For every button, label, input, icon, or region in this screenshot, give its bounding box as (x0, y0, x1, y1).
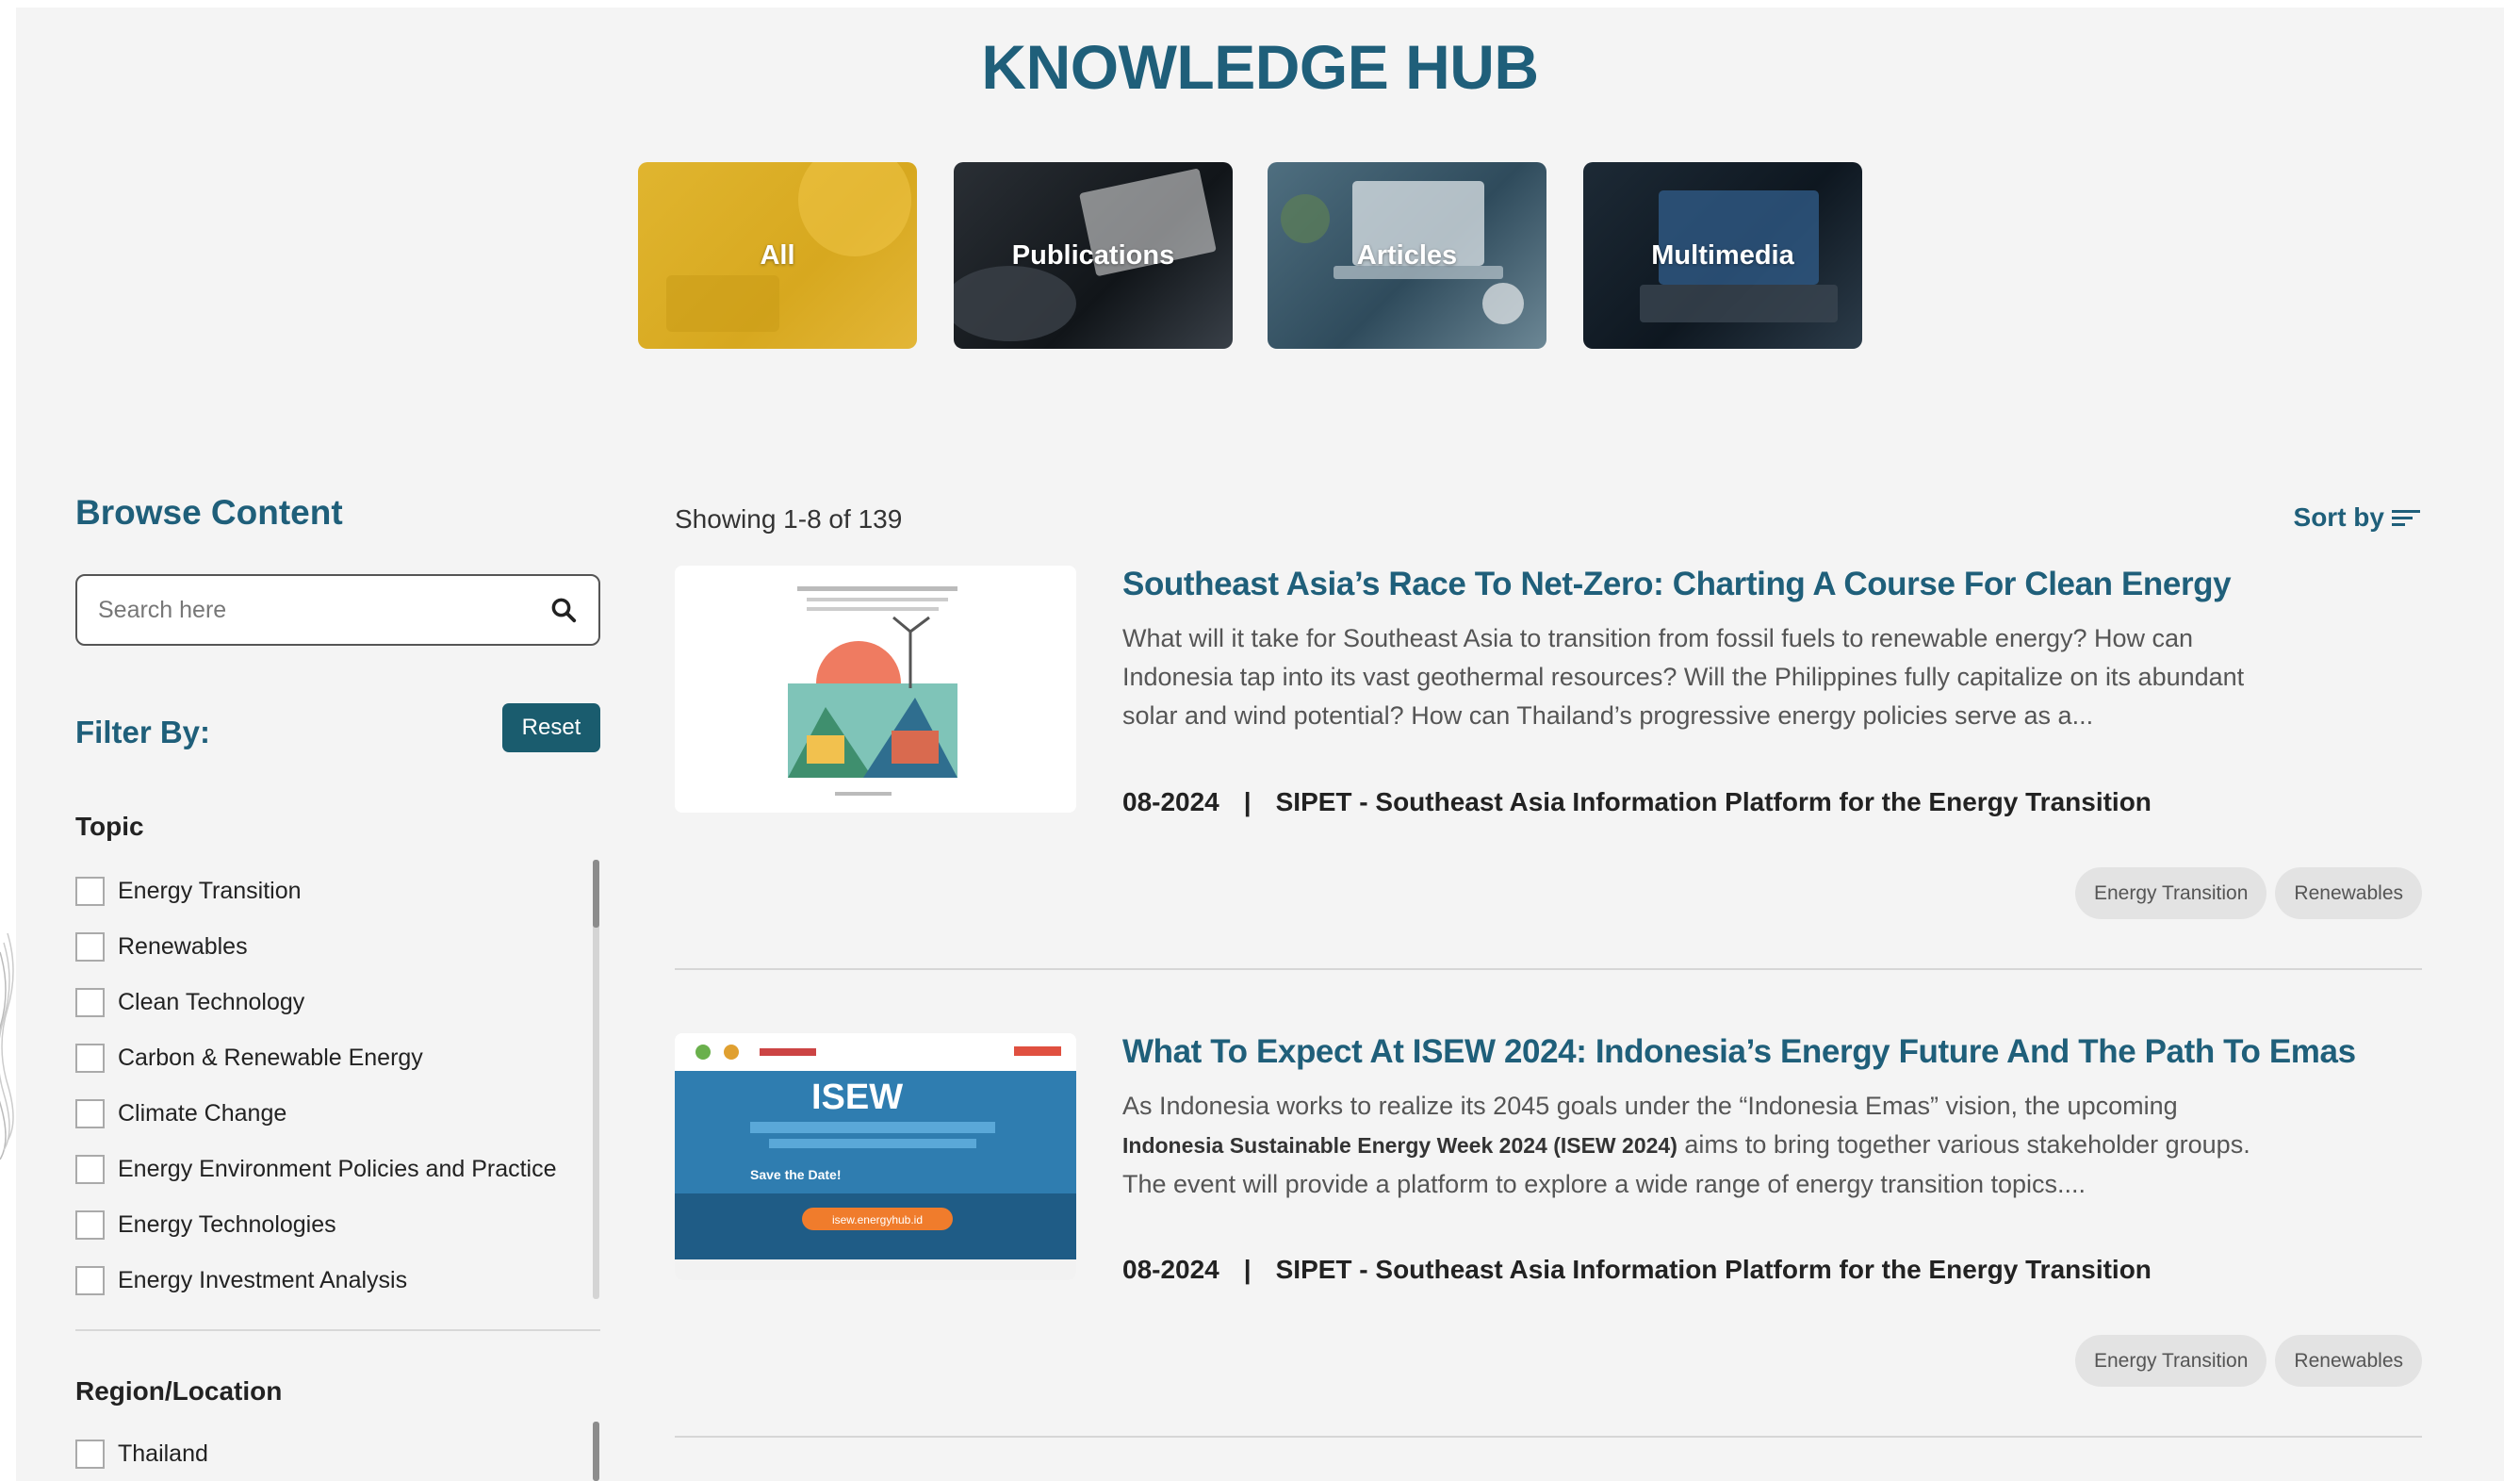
tag-energy-transition[interactable]: Energy Transition (2075, 1335, 2267, 1387)
result-meta: 08-2024 | SIPET - Southeast Asia Informati… (1122, 787, 2152, 817)
browse-content-heading: Browse Content (75, 493, 343, 532)
topic-filter-item[interactable]: Energy Transition (75, 864, 557, 919)
topic-heading: Topic (75, 812, 144, 841)
result-description: What will it take for Southeast Asia to … (1122, 624, 2245, 730)
checkbox[interactable] (75, 932, 105, 962)
region-heading: Region/Location (75, 1376, 283, 1406)
sort-by-label: Sort by (2293, 502, 2384, 532)
result-divider (675, 968, 2422, 970)
category-label: All (760, 239, 795, 271)
result-tags: Energy Transition Renewables (2075, 1335, 2422, 1387)
topic-scrollbar-thumb[interactable] (593, 860, 599, 928)
filter-label: Energy Technologies (118, 1211, 336, 1238)
filter-label: Renewables (118, 933, 248, 960)
category-label: Articles (1356, 239, 1458, 271)
topic-filter-item[interactable]: Climate Change (75, 1086, 557, 1142)
checkbox[interactable] (75, 1155, 105, 1184)
meta-separator: | (1243, 1255, 1252, 1284)
wave-pattern-decoration (0, 933, 14, 1160)
checkbox[interactable] (75, 1440, 105, 1469)
region-scrollbar[interactable] (593, 1422, 599, 1481)
result-tags: Energy Transition Renewables (2075, 867, 2422, 919)
result-title-link[interactable]: Southeast Asia’s Race To Net-Zero: Chart… (1122, 566, 2232, 603)
tag-renewables[interactable]: Renewables (2275, 867, 2422, 919)
result-source: SIPET - Southeast Asia Information Platf… (1275, 1255, 2152, 1284)
sidebar-divider (75, 1329, 600, 1331)
desc-emphasis: Indonesia Sustainable Energy Week 2024 (… (1122, 1133, 1677, 1158)
tag-renewables[interactable]: Renewables (2275, 1335, 2422, 1387)
filter-label: Climate Change (118, 1100, 287, 1127)
result-item: ISEW Save the Date! isew.energyhub.id Wh… (675, 1033, 2422, 1410)
result-date: 08-2024 (1122, 1255, 1219, 1284)
checkbox[interactable] (75, 1266, 105, 1295)
topic-filter-item[interactable]: Carbon & Renewable Energy (75, 1030, 557, 1086)
banner-heading: ISEW (811, 1078, 903, 1117)
checkbox[interactable] (75, 1210, 105, 1240)
category-label: Publications (1011, 239, 1175, 271)
results-count: Showing 1-8 of 139 (675, 504, 903, 534)
search-input[interactable] (98, 596, 549, 624)
topic-filter-list: Energy Transition Renewables Clean Techn… (75, 864, 557, 1308)
sort-by-button[interactable]: Sort by (2294, 502, 2422, 533)
desc-text: As Indonesia works to realize its 2045 g… (1122, 1092, 2178, 1120)
banner-url: isew.energyhub.id (832, 1213, 923, 1226)
checkbox[interactable] (75, 988, 105, 1017)
region-filter-list: Thailand (75, 1426, 208, 1481)
result-source: SIPET - Southeast Asia Information Platf… (1275, 787, 2152, 816)
result-thumbnail[interactable]: ISEW Save the Date! isew.energyhub.id (675, 1033, 1076, 1280)
tag-energy-transition[interactable]: Energy Transition (2075, 867, 2267, 919)
filter-label: Clean Technology (118, 989, 305, 1015)
topic-filter-item[interactable]: Energy Investment Analysis (75, 1253, 557, 1308)
page-title: KNOWLEDGE HUB (981, 32, 1539, 102)
banner-cta: Save the Date! (750, 1167, 841, 1182)
checkbox[interactable] (75, 1044, 105, 1073)
result-meta: 08-2024 | SIPET - Southeast Asia Informati… (1122, 1255, 2152, 1285)
category-tile-articles[interactable]: Articles (1268, 162, 1546, 349)
search-icon[interactable] (549, 596, 578, 624)
filter-label: Carbon & Renewable Energy (118, 1045, 423, 1071)
report-cover-image (675, 566, 1076, 813)
result-thumbnail[interactable] (675, 566, 1076, 813)
filter-label: Energy Investment Analysis (118, 1267, 408, 1293)
category-tile-all[interactable]: All (638, 162, 917, 349)
checkbox[interactable] (75, 1099, 105, 1128)
topic-filter-item[interactable]: Energy Environment Policies and Practice (75, 1142, 557, 1197)
category-tile-publications[interactable]: Publications (954, 162, 1233, 349)
category-label: Multimedia (1651, 239, 1794, 271)
topic-scrollbar[interactable] (593, 860, 599, 1299)
result-divider (675, 1436, 2422, 1438)
topic-filter-item[interactable]: Renewables (75, 919, 557, 975)
region-scrollbar-thumb[interactable] (593, 1422, 599, 1481)
result-date: 08-2024 (1122, 787, 1219, 816)
topic-filter-item[interactable]: Energy Technologies (75, 1197, 557, 1253)
region-filter-item[interactable]: Thailand (75, 1426, 208, 1481)
search-box (75, 574, 600, 646)
result-item: Southeast Asia’s Race To Net-Zero: Chart… (675, 566, 2422, 943)
result-description: As Indonesia works to realize its 2045 g… (1122, 1087, 2267, 1203)
filter-by-label: Filter By: (75, 715, 211, 749)
event-banner-image: ISEW Save the Date! isew.energyhub.id (675, 1033, 1076, 1280)
checkbox[interactable] (75, 877, 105, 906)
category-tile-multimedia[interactable]: Multimedia (1583, 162, 1862, 349)
sort-lines-icon (2392, 510, 2420, 526)
filter-label: Energy Environment Policies and Practice (118, 1156, 557, 1182)
result-title-link[interactable]: What To Expect At ISEW 2024: Indonesia’s… (1122, 1033, 2356, 1071)
reset-button[interactable]: Reset (502, 703, 600, 752)
filter-label: Thailand (118, 1440, 208, 1467)
meta-separator: | (1243, 787, 1252, 816)
filter-label: Energy Transition (118, 878, 302, 904)
knowledge-hub-page: KNOWLEDGE HUB All Publications Articles … (16, 8, 2504, 1481)
topic-filter-item[interactable]: Clean Technology (75, 975, 557, 1030)
